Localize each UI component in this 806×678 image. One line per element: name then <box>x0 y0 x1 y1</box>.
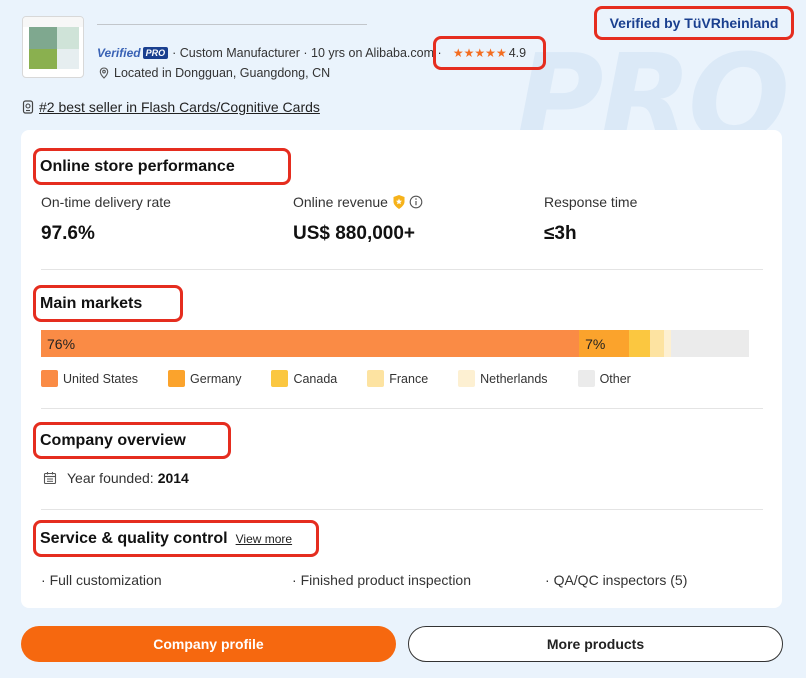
service-item: · Finished product inspection <box>292 572 471 588</box>
service-quality-title: Service & quality control View more <box>33 520 319 557</box>
market-segment <box>628 330 650 357</box>
metric-response: Response time ≤3h <box>544 194 637 245</box>
bestseller-link[interactable]: #2 best seller in Flash Cards/Cognitive … <box>39 99 320 115</box>
info-icon[interactable] <box>409 195 423 209</box>
metric-label: On-time delivery rate <box>41 194 171 210</box>
legend-label: France <box>389 371 429 386</box>
pro-badge: PRO <box>142 47 169 59</box>
market-segment <box>671 330 749 357</box>
company-name-placeholder <box>97 24 367 30</box>
divider <box>41 509 763 510</box>
legend-item: France <box>367 370 428 387</box>
legend-swatch <box>168 370 186 387</box>
legend-swatch <box>41 370 58 387</box>
main-markets-title: Main markets <box>33 285 183 322</box>
metric-label: Response time <box>544 194 638 210</box>
service-quality-label: Service & quality control <box>40 529 228 547</box>
service-item: · QA/QC inspectors (5) <box>545 572 688 588</box>
supplier-card: Online store performance On-time deliver… <box>21 130 782 608</box>
divider <box>41 269 763 270</box>
market-segment: 76% <box>41 330 580 357</box>
calendar-icon <box>43 472 57 485</box>
online-store-performance-title: Online store performance <box>33 148 291 185</box>
divider <box>41 408 763 409</box>
legend-swatch <box>458 370 476 387</box>
legend-label: Other <box>599 371 631 386</box>
market-legend: United States Germany Canada France Netherla… <box>41 370 631 387</box>
verified-by-badge[interactable]: Verified by TüVRheinland <box>594 6 794 40</box>
market-segment <box>664 330 672 357</box>
shield-icon <box>393 195 405 209</box>
location-pin-icon <box>99 67 109 79</box>
rating-box[interactable]: ★★★★★ 4.9 <box>433 36 546 70</box>
bestseller-row: #2 best seller in Flash Cards/Cognitive … <box>22 98 320 116</box>
more-products-button[interactable]: More products <box>408 626 783 662</box>
medal-icon <box>22 100 34 114</box>
legend-item: Canada <box>271 370 337 387</box>
metric-value: US$ 880,000+ <box>293 223 416 244</box>
company-profile-button[interactable]: Company profile <box>21 626 396 662</box>
metric-value: ≤3h <box>544 223 577 244</box>
supplier-meta-text: · Custom Manufacturer · 10 yrs on Alibab… <box>172 46 442 60</box>
service-item: · Full customization <box>41 572 162 588</box>
year-founded-row: Year founded: 2014 <box>43 470 189 486</box>
legend-item: Netherlands <box>458 370 548 387</box>
verified-label: Verified <box>97 46 141 60</box>
market-segment: 7% <box>579 330 629 357</box>
market-segment <box>649 330 665 357</box>
market-share-bar: 76% 7% <box>41 330 749 357</box>
star-rating-icon: ★★★★★ <box>452 46 507 60</box>
legend-item: United States <box>41 370 138 387</box>
year-founded-value: 2014 <box>157 470 189 486</box>
legend-label: United States <box>63 371 139 386</box>
legend-swatch <box>577 370 595 387</box>
company-logo[interactable] <box>22 16 84 78</box>
rating-value: 4.9 <box>508 46 527 60</box>
metric-revenue: Online revenue US$ 880,000+ <box>293 194 423 245</box>
metric-label: Online revenue <box>293 194 388 210</box>
supplier-meta: Verified PRO · Custom Manufacturer · 10 … <box>97 44 442 62</box>
year-founded-label: Year founded: <box>67 470 154 486</box>
location-row: Located in Dongguan, Guangdong, CN <box>98 65 330 81</box>
legend-label: Germany <box>190 371 242 386</box>
view-more-link[interactable]: View more <box>236 532 292 546</box>
legend-item: Germany <box>168 370 241 387</box>
legend-item: Other <box>577 370 631 387</box>
legend-label: Canada <box>293 371 338 386</box>
location-text: Located in Dongguan, Guangdong, CN <box>114 66 331 80</box>
metric-value: 97.6% <box>41 223 95 244</box>
legend-swatch <box>271 370 289 387</box>
legend-label: Netherlands <box>480 371 548 386</box>
legend-swatch <box>367 370 385 387</box>
metric-delivery: On-time delivery rate 97.6% <box>41 194 171 245</box>
company-overview-title: Company overview <box>33 422 231 459</box>
